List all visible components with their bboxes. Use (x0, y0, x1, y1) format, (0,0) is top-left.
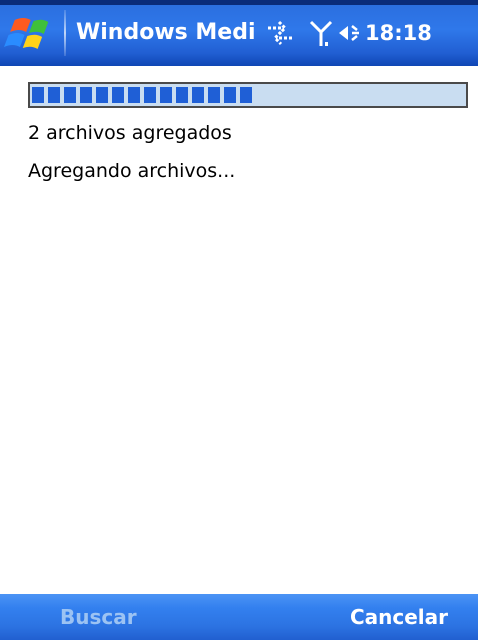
progress-segments (32, 87, 252, 103)
progress-segment (64, 87, 76, 103)
progress-segment (176, 87, 188, 103)
title-bar: Windows Medi 18:18 (0, 0, 478, 66)
connectivity-icon[interactable] (262, 16, 298, 50)
cancel-softkey[interactable]: Cancelar (350, 594, 448, 640)
menu-bar: Buscar Cancelar (0, 594, 478, 640)
progress-segment (32, 87, 44, 103)
window-title[interactable]: Windows Medi (76, 16, 256, 50)
volume-icon[interactable] (336, 16, 364, 50)
progress-segment (80, 87, 92, 103)
search-softkey[interactable]: Buscar (60, 594, 137, 640)
progress-segment (48, 87, 60, 103)
title-separator (64, 10, 66, 56)
files-added-status: 2 archivos agregados (28, 122, 232, 144)
progress-segment (96, 87, 108, 103)
progress-segment (128, 87, 140, 103)
windows-start-icon[interactable] (3, 14, 58, 54)
progress-segment (144, 87, 156, 103)
title-bar-top-edge (0, 0, 478, 5)
progress-segment (112, 87, 124, 103)
progress-segment (240, 87, 252, 103)
progress-segment (192, 87, 204, 103)
progress-bar-fill (32, 87, 252, 103)
progress-segment (224, 87, 236, 103)
progress-bar (28, 82, 468, 108)
clock[interactable]: 18:18 (365, 16, 432, 50)
progress-segment (208, 87, 220, 103)
adding-files-status: Agregando archivos... (28, 160, 236, 182)
progress-segment (160, 87, 172, 103)
signal-antenna-icon[interactable] (308, 16, 334, 50)
